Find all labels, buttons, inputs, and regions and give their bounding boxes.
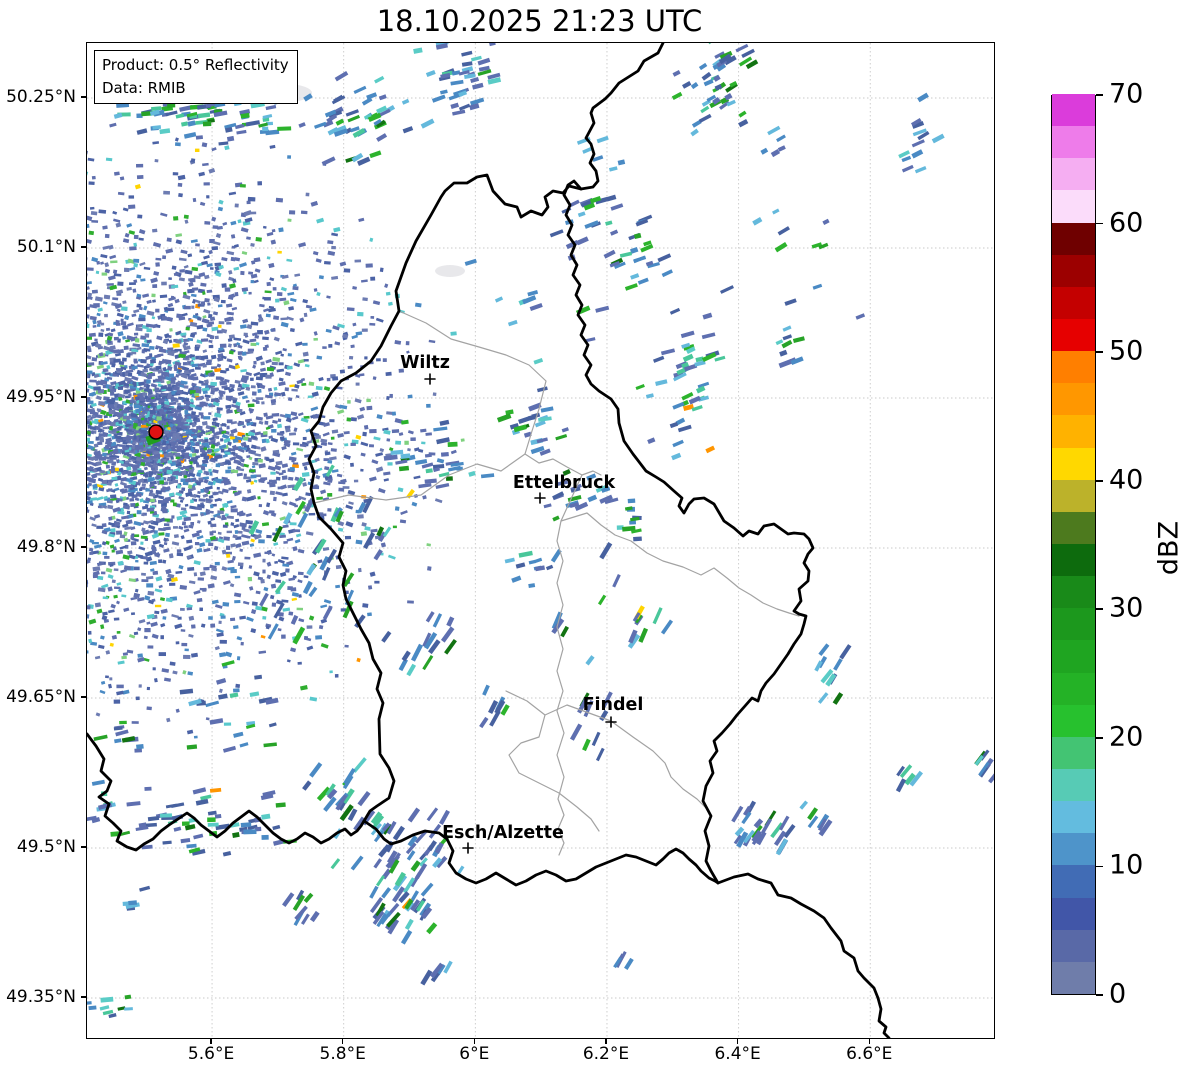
x-tick-label: 6.6°E bbox=[846, 1044, 893, 1064]
x-tick-label: 5.6°E bbox=[187, 1044, 235, 1064]
colorbar-segment bbox=[1052, 222, 1095, 255]
x-tick-label: 6°E bbox=[459, 1044, 490, 1064]
colorbar-tick-mark bbox=[1096, 737, 1103, 739]
colorbar-segment bbox=[1052, 800, 1095, 834]
colorbar-tick-label: 60 bbox=[1109, 206, 1144, 238]
radar-map-canvas: Wiltz Ettelbruck Findel Esch/Alzette bbox=[87, 43, 994, 1038]
colorbar-segment bbox=[1052, 897, 1095, 930]
y-tick-label: 49.8°N bbox=[16, 537, 76, 557]
city-label: Ettelbruck bbox=[513, 473, 616, 493]
colorbar-segment bbox=[1052, 929, 1095, 962]
city-label: Esch/Alzette bbox=[442, 823, 564, 843]
x-tick-mark bbox=[605, 1039, 607, 1044]
map-plot-area: Wiltz Ettelbruck Findel Esch/Alzette Produc… bbox=[86, 42, 995, 1039]
colorbar-segment bbox=[1052, 864, 1095, 898]
x-tick-label: 5.8°E bbox=[319, 1044, 366, 1064]
x-tick-label: 6.2°E bbox=[582, 1044, 630, 1064]
city-label: Wiltz bbox=[400, 353, 450, 373]
colorbar-segment bbox=[1052, 318, 1095, 352]
district-borders bbox=[313, 310, 800, 856]
y-tick-mark bbox=[81, 396, 86, 398]
y-tick-label: 50.25°N bbox=[6, 87, 76, 107]
colorbar-tick-mark bbox=[1096, 351, 1103, 353]
y-tick-label: 49.65°N bbox=[6, 687, 76, 707]
colorbar-segment bbox=[1052, 511, 1095, 544]
colorbar-segment bbox=[1052, 575, 1095, 609]
x-tick-mark bbox=[473, 1039, 476, 1044]
colorbar-segment bbox=[1052, 414, 1095, 448]
x-tick-mark bbox=[868, 1039, 870, 1044]
y-tick-mark bbox=[81, 246, 86, 248]
product-info-box: Product: 0.5° Reflectivity Data: RMIB bbox=[94, 50, 298, 104]
colorbar-segment bbox=[1052, 704, 1095, 737]
colorbar-segment bbox=[1052, 736, 1095, 769]
colorbar-segment bbox=[1052, 157, 1095, 191]
radar-figure: 18.10.2025 21:23 UTC Wiltz Ettelbruck Find… bbox=[0, 0, 1184, 1081]
x-tick-label: 6.4°E bbox=[714, 1044, 761, 1064]
colorbar-segment bbox=[1052, 189, 1095, 223]
data-source-line: Data: RMIB bbox=[102, 78, 186, 97]
colorbar-tick-mark bbox=[1096, 994, 1103, 996]
x-tick-mark bbox=[210, 1039, 212, 1044]
colorbar-segment bbox=[1052, 543, 1095, 577]
colorbar-tick-label: 30 bbox=[1109, 592, 1144, 624]
colorbar-segment bbox=[1052, 672, 1095, 705]
y-tick-mark bbox=[81, 96, 86, 98]
colorbar-segment bbox=[1052, 93, 1095, 127]
y-tick-label: 49.5°N bbox=[16, 837, 76, 857]
colorbar-tick-mark bbox=[1096, 865, 1103, 868]
y-tick-mark bbox=[81, 996, 86, 998]
y-tick-label: 49.35°N bbox=[6, 987, 76, 1007]
colorbar-tick-label: 20 bbox=[1109, 721, 1144, 753]
colorbar-segment bbox=[1052, 350, 1095, 384]
colorbar-segment bbox=[1052, 125, 1095, 159]
faint-echo-patches bbox=[260, 84, 465, 277]
figure-title: 18.10.2025 21:23 UTC bbox=[376, 4, 703, 38]
colorbar-tick-label: 40 bbox=[1109, 464, 1144, 496]
colorbar-segment bbox=[1052, 961, 1095, 994]
colorbar-scale bbox=[1051, 93, 1096, 995]
y-tick-mark bbox=[81, 546, 86, 548]
y-tick-label: 50.1°N bbox=[16, 237, 76, 257]
colorbar-unit-label: dBZ bbox=[1153, 520, 1184, 576]
colorbar-tick-mark bbox=[1096, 222, 1103, 225]
colorbar-segment bbox=[1052, 832, 1095, 866]
colorbar-segment bbox=[1052, 479, 1095, 512]
colorbar: 0 10 20 30 40 50 60 70 dBZ bbox=[1051, 80, 1184, 1007]
colorbar-segment bbox=[1052, 607, 1095, 641]
colorbar-segment bbox=[1052, 768, 1095, 802]
colorbar-tick-mark bbox=[1096, 94, 1103, 96]
colorbar-tick-mark bbox=[1096, 479, 1103, 482]
colorbar-segment bbox=[1052, 382, 1095, 416]
x-tick-mark bbox=[341, 1039, 344, 1044]
colorbar-tick-mark bbox=[1096, 608, 1103, 611]
colorbar-tick-label: 0 bbox=[1109, 978, 1127, 1010]
colorbar-segment bbox=[1052, 639, 1095, 673]
x-tick-mark bbox=[736, 1039, 739, 1044]
product-line: Product: 0.5° Reflectivity bbox=[102, 56, 289, 74]
colorbar-tick-label: 70 bbox=[1109, 78, 1144, 110]
y-tick-mark bbox=[81, 696, 86, 698]
colorbar-segment bbox=[1052, 447, 1095, 480]
colorbar-segment bbox=[1052, 286, 1095, 319]
radar-clutter-field bbox=[87, 122, 465, 739]
y-tick-mark bbox=[81, 846, 86, 848]
y-tick-label: 49.95°N bbox=[6, 387, 76, 407]
city-label: Findel bbox=[583, 695, 644, 715]
colorbar-segment bbox=[1052, 254, 1095, 287]
colorbar-tick-label: 10 bbox=[1109, 849, 1144, 881]
colorbar-tick-label: 50 bbox=[1109, 335, 1144, 367]
